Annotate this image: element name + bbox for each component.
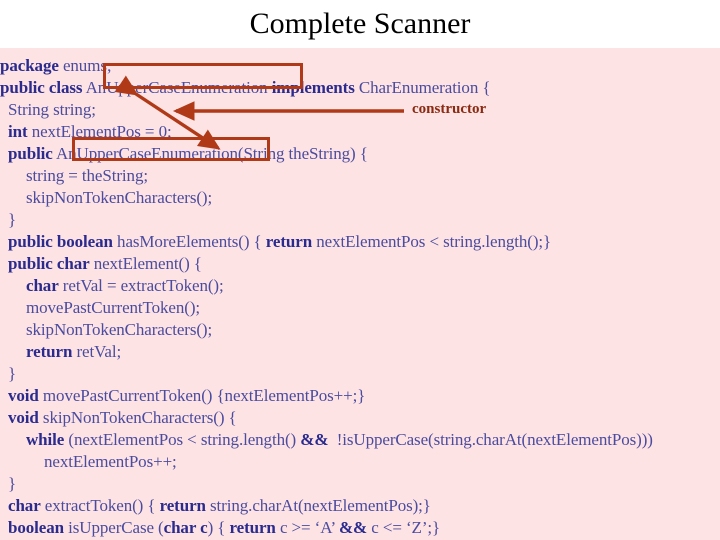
code-line: } (8, 364, 17, 383)
code-line: String string; (8, 100, 96, 119)
constructor-annotation-label: constructor (412, 101, 487, 117)
code-line: boolean isUpperCase (char c) { return c … (8, 518, 441, 537)
constructor-name-highlight-box (72, 137, 270, 161)
code-line: skipNonTokenCharacters(); (26, 320, 213, 339)
code-panel: package enums; public class AnUpperCaseEn… (0, 48, 720, 540)
code-line: public boolean hasMoreElements() { retur… (8, 232, 552, 251)
page-title: Complete Scanner (249, 7, 471, 40)
code-line: string = theString; (26, 166, 148, 185)
code-line: while (nextElementPos < string.length() … (26, 430, 653, 449)
code-line: void movePastCurrentToken() {nextElement… (8, 386, 366, 405)
code-line: } (8, 210, 17, 229)
code-line: char extractToken() { return string.char… (8, 496, 431, 515)
code-line: void skipNonTokenCharacters() { (8, 408, 237, 427)
class-name-highlight-box (103, 63, 303, 89)
slide: Complete Scanner package enums; public cl… (0, 0, 720, 540)
code-line: } (8, 474, 17, 493)
code-line: nextElementPos++; (44, 452, 177, 471)
code-line: public char nextElement() { (8, 254, 202, 273)
code-line: return retVal; (26, 342, 122, 361)
code-line: skipNonTokenCharacters(); (26, 188, 213, 207)
code-listing: package enums; public class AnUpperCaseEn… (0, 55, 720, 540)
code-line: char retVal = extractToken(); (26, 276, 224, 295)
code-line: movePastCurrentToken(); (26, 298, 201, 317)
